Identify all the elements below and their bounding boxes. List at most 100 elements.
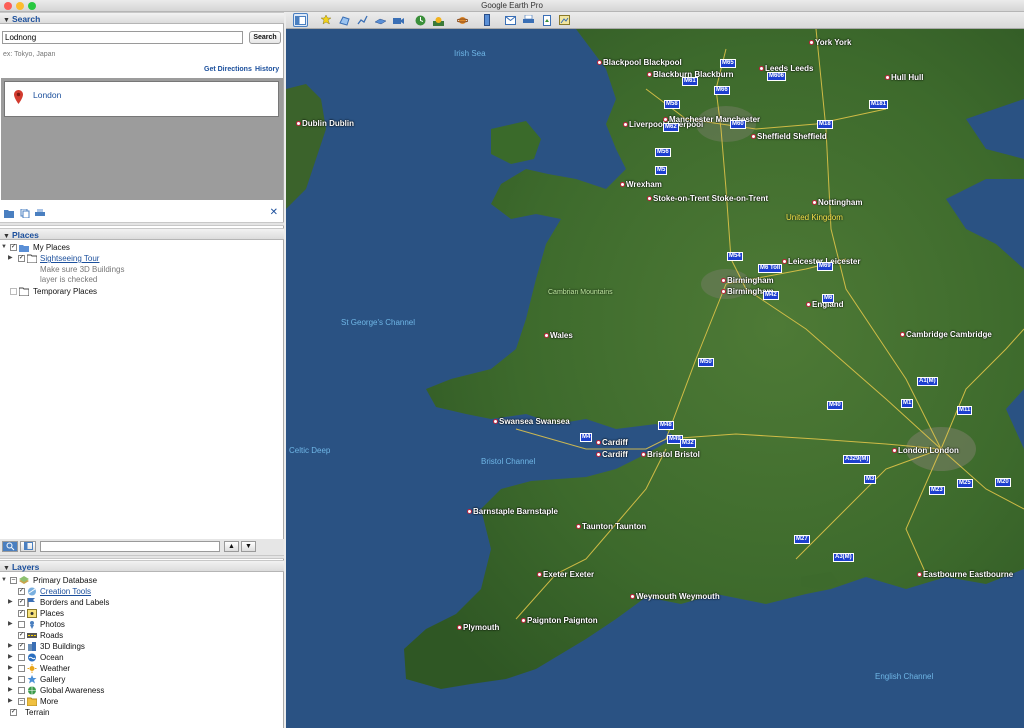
- city-marker-icon[interactable]: [812, 200, 817, 205]
- city-label[interactable]: Taunton Taunton: [582, 522, 646, 531]
- city-marker-icon[interactable]: [457, 625, 462, 630]
- city-marker-icon[interactable]: [296, 121, 301, 126]
- city-marker-icon[interactable]: [885, 75, 890, 80]
- city-label[interactable]: York York: [815, 38, 851, 47]
- history-link[interactable]: History: [255, 66, 279, 73]
- expand-triangle-icon[interactable]: ▶: [8, 641, 13, 652]
- city-marker-icon[interactable]: [597, 60, 602, 65]
- city-label[interactable]: Eastbourne Eastbourne: [923, 570, 1013, 579]
- layer-creation-tools[interactable]: ✓ Creation Tools: [0, 586, 284, 597]
- city-marker-icon[interactable]: [809, 40, 814, 45]
- search-input[interactable]: [2, 31, 243, 44]
- city-marker-icon[interactable]: [721, 278, 726, 283]
- expand-triangle-icon[interactable]: ▶: [8, 253, 13, 264]
- city-marker-icon[interactable]: [596, 452, 601, 457]
- layer-borders-and-labels[interactable]: ▶ ✓ Borders and Labels: [0, 597, 284, 608]
- places-search-input[interactable]: [40, 541, 220, 552]
- layer-checkbox[interactable]: ✓: [18, 632, 25, 639]
- city-label[interactable]: London London: [898, 446, 959, 455]
- email-button[interactable]: [503, 13, 518, 27]
- layer-more[interactable]: ▶ – More: [0, 696, 284, 707]
- city-marker-icon[interactable]: [630, 594, 635, 599]
- city-marker-icon[interactable]: [721, 289, 726, 294]
- layer-checkbox[interactable]: –: [18, 698, 25, 705]
- search-result-london[interactable]: London: [4, 81, 279, 117]
- city-marker-icon[interactable]: [620, 182, 625, 187]
- save-image-button[interactable]: [539, 13, 554, 27]
- city-marker-icon[interactable]: [892, 448, 897, 453]
- search-panel-header[interactable]: ▼ Search: [0, 12, 284, 24]
- city-label[interactable]: Wales: [550, 331, 573, 340]
- layer-checkbox[interactable]: ✓: [18, 588, 25, 595]
- my-places-checkbox[interactable]: ✓: [10, 244, 17, 251]
- temporary-places-checkbox[interactable]: [10, 288, 17, 295]
- expand-triangle-icon[interactable]: ▼: [1, 575, 7, 586]
- city-marker-icon[interactable]: [647, 72, 652, 77]
- add-placemark-button[interactable]: [319, 13, 334, 27]
- sightseeing-tour-link[interactable]: Sightseeing Tour: [40, 253, 99, 264]
- layer-checkbox[interactable]: [18, 676, 25, 683]
- layer-terrain[interactable]: ✓ Terrain: [0, 707, 284, 718]
- city-label[interactable]: Nottingham: [818, 198, 862, 207]
- layer-checkbox[interactable]: [18, 665, 25, 672]
- close-results-icon[interactable]: ✕: [270, 207, 278, 218]
- layer-label[interactable]: Creation Tools: [40, 586, 91, 597]
- city-marker-icon[interactable]: [751, 134, 756, 139]
- layer-primary-database[interactable]: ▼ – Primary Database: [0, 575, 284, 586]
- my-places-row[interactable]: ▼ ✓ My Places: [0, 242, 284, 253]
- panel-splitter[interactable]: [0, 555, 284, 559]
- record-tour-button[interactable]: [391, 13, 406, 27]
- city-label[interactable]: Cardiff: [602, 438, 628, 447]
- ruler-button[interactable]: [479, 13, 494, 27]
- city-marker-icon[interactable]: [623, 122, 628, 127]
- city-marker-icon[interactable]: [647, 196, 652, 201]
- historical-imagery-button[interactable]: [413, 13, 428, 27]
- city-label[interactable]: Cambridge Cambridge: [906, 330, 992, 339]
- layer-checkbox[interactable]: ✓: [10, 709, 17, 716]
- city-label[interactable]: Birmingham: [727, 276, 774, 285]
- city-marker-icon[interactable]: [759, 66, 764, 71]
- add-folder-icon[interactable]: [4, 209, 14, 218]
- temporary-places-row[interactable]: Temporary Places: [0, 286, 284, 297]
- city-label[interactable]: Exeter Exeter: [543, 570, 594, 579]
- layer-gallery[interactable]: ▶ Gallery: [0, 674, 284, 685]
- sightseeing-tour-row[interactable]: ▶ ✓ Sightseeing Tour: [0, 253, 284, 264]
- expand-triangle-icon[interactable]: ▼: [1, 242, 7, 253]
- search-up-button[interactable]: ▲: [224, 541, 239, 552]
- expand-triangle-icon[interactable]: ▶: [8, 696, 13, 707]
- layer-places[interactable]: ✓ Places: [0, 608, 284, 619]
- expand-triangle-icon[interactable]: ▶: [8, 652, 13, 663]
- layer-photos[interactable]: ▶ Photos: [0, 619, 284, 630]
- switch-planet-button[interactable]: [455, 13, 470, 27]
- city-marker-icon[interactable]: [596, 440, 601, 445]
- expand-triangle-icon[interactable]: ▶: [8, 619, 13, 630]
- city-label[interactable]: Wrexham: [626, 180, 662, 189]
- add-polygon-button[interactable]: [337, 13, 352, 27]
- city-label[interactable]: Paignton Paignton: [527, 616, 598, 625]
- city-label[interactable]: Bristol Bristol: [647, 450, 700, 459]
- copy-icon[interactable]: [20, 209, 30, 218]
- city-label[interactable]: Barnstaple Barnstaple: [473, 507, 558, 516]
- layer-checkbox[interactable]: [18, 654, 25, 661]
- layer-3d-buildings[interactable]: ▶ ✓ 3D Buildings: [0, 641, 284, 652]
- search-places-button[interactable]: [2, 541, 18, 552]
- city-marker-icon[interactable]: [900, 332, 905, 337]
- city-label[interactable]: Hull Hull: [891, 73, 923, 82]
- city-label[interactable]: Weymouth Weymouth: [636, 592, 720, 601]
- expand-triangle-icon[interactable]: ▶: [8, 685, 13, 696]
- city-label[interactable]: Sheffield Sheffield: [757, 132, 827, 141]
- city-marker-icon[interactable]: [537, 572, 542, 577]
- expand-triangle-icon[interactable]: ▶: [8, 674, 13, 685]
- get-directions-link[interactable]: Get Directions: [204, 66, 252, 73]
- layer-ocean[interactable]: ▶ Ocean: [0, 652, 284, 663]
- sunlight-button[interactable]: [431, 13, 446, 27]
- city-label[interactable]: Swansea Swansea: [499, 417, 570, 426]
- city-label[interactable]: Stoke-on-Trent Stoke-on-Trent: [653, 194, 768, 203]
- view-in-maps-button[interactable]: [557, 13, 572, 27]
- sidebar-toggle-button[interactable]: [20, 541, 36, 552]
- layer-checkbox[interactable]: ✓: [18, 643, 25, 650]
- city-marker-icon[interactable]: [641, 452, 646, 457]
- earth-map-view[interactable]: Blackpool Blackpool Blackburn Blackburn Le…: [286, 29, 1024, 728]
- search-button[interactable]: Search: [249, 31, 281, 44]
- layer-checkbox[interactable]: [18, 687, 25, 694]
